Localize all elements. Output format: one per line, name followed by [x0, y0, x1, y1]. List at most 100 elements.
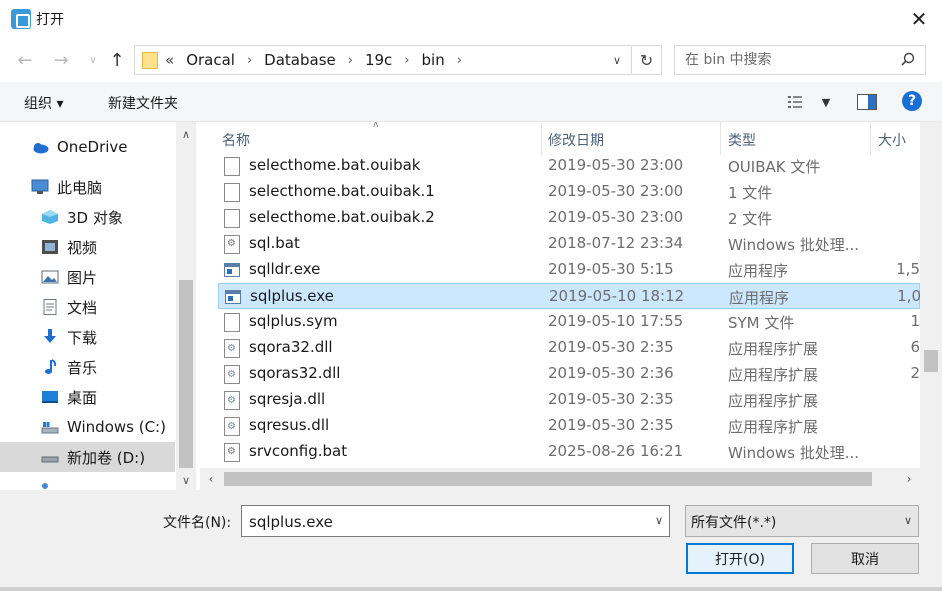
breadcrumb: « Oracal › Database › 19c › bin › [165, 46, 474, 74]
up-button[interactable]: ↑ [106, 49, 128, 71]
filename-combobox[interactable]: ∨ [241, 505, 670, 537]
sidebar-item-documents[interactable]: 文档 [0, 292, 175, 322]
forward-button[interactable]: → [50, 49, 72, 71]
view-dropdown-button[interactable]: ▼ [816, 93, 836, 111]
dll-file-icon [224, 417, 240, 436]
scroll-up-icon[interactable]: ∧ [176, 124, 196, 144]
chevron-right-icon[interactable]: › [404, 53, 409, 68]
sidebar-item-music[interactable]: 音乐 [0, 352, 175, 382]
scrollbar-thumb[interactable] [224, 472, 872, 486]
organize-button[interactable]: 组织 ▾ [24, 93, 63, 113]
breadcrumb-item[interactable]: Oracal [186, 51, 235, 69]
new-folder-button[interactable]: 新建文件夹 [108, 93, 178, 113]
recent-locations-button[interactable]: ∨ [82, 49, 104, 71]
sidebar-item-drive-c[interactable]: Windows (C:) [0, 412, 175, 442]
file-name: selecthome.bat.ouibak.1 [249, 182, 435, 200]
file-row[interactable]: selecthome.bat.ouibak.2 2019-05-30 23:00… [218, 205, 920, 231]
file-row[interactable]: sqresja.dll 2019-05-30 2:35 应用程序扩展 [218, 387, 920, 413]
view-options-button[interactable] [788, 93, 808, 111]
refresh-button[interactable]: ↻ [631, 46, 661, 74]
dll-file-icon [224, 339, 240, 358]
file-date: 2019-05-30 2:35 [548, 416, 674, 434]
chevron-right-icon[interactable]: › [457, 53, 462, 68]
breadcrumb-item[interactable]: bin [422, 51, 445, 69]
scrollbar-thumb[interactable] [179, 280, 193, 468]
file-row[interactable]: sqlplus.sym 2019-05-10 17:55 SYM 文件 1 [218, 309, 920, 335]
sidebar-item-3d-objects[interactable]: 3D 对象 [0, 202, 175, 232]
breadcrumb-item[interactable]: Database [264, 51, 336, 69]
sidebar-item-pictures[interactable]: 图片 [0, 262, 175, 292]
file-row[interactable]: sqresus.dll 2019-05-30 2:35 应用程序扩展 [218, 413, 920, 439]
sort-ascending-icon: ∧ [372, 122, 380, 130]
file-type: Windows 批处理... [728, 236, 860, 254]
file-name: sqresja.dll [249, 390, 326, 408]
filename-label: 文件名(N): [163, 515, 232, 531]
file-icon [224, 209, 240, 228]
file-name: selecthome.bat.ouibak.2 [249, 208, 435, 226]
scroll-down-icon[interactable]: ∨ [176, 470, 196, 490]
close-button[interactable]: ✕ [896, 0, 942, 38]
sidebar-item-label: 音乐 [67, 358, 98, 377]
file-row-selected[interactable]: sqlplus.exe 2019-05-10 18:12 应用程序 1,0 [218, 283, 921, 309]
scroll-left-icon[interactable]: ‹ [200, 468, 222, 490]
list-header: ∧ 名称 修改日期 类型 大小 [200, 122, 942, 155]
back-button[interactable]: ← [14, 49, 36, 71]
sidebar-item-drive-d[interactable]: 新加卷 (D:) [0, 442, 175, 472]
file-type: OUIBAK 文件 [728, 158, 821, 176]
column-header-type[interactable]: 类型 [728, 130, 756, 150]
sidebar-scrollbar[interactable]: ∧ ∨ [176, 122, 196, 490]
sidebar-item-desktop[interactable]: 桌面 [0, 382, 175, 412]
column-header-size[interactable]: 大小 [878, 130, 906, 150]
file-row[interactable]: selecthome.bat.ouibak 2019-05-30 23:00 O… [218, 153, 920, 179]
file-type-filter[interactable]: 所有文件(*.*) ∨ [685, 505, 919, 537]
sidebar-item-onedrive[interactable]: OneDrive [0, 132, 175, 162]
file-list-vertical-scrollbar[interactable] [920, 122, 942, 468]
column-header-name[interactable]: 名称 [222, 130, 250, 150]
chevron-right-icon[interactable]: › [348, 53, 353, 68]
help-icon[interactable]: ? [902, 91, 922, 111]
column-header-date[interactable]: 修改日期 [548, 130, 604, 150]
sidebar-item-network[interactable] [0, 474, 175, 490]
file-row[interactable]: srvconfig.bat 2025-08-26 16:21 Windows 批… [218, 439, 920, 465]
file-row[interactable]: sqlldr.exe 2019-05-30 5:15 应用程序 1,5 [218, 257, 920, 283]
search-icon[interactable] [901, 52, 915, 66]
sidebar-item-label: 下载 [67, 328, 98, 347]
preview-pane-button[interactable] [857, 93, 877, 111]
file-list-horizontal-scrollbar[interactable]: ‹ › [200, 468, 920, 490]
column-divider[interactable] [541, 122, 542, 155]
cancel-button[interactable]: 取消 [811, 543, 919, 574]
breadcrumb-item[interactable]: 19c [365, 51, 392, 69]
search-input[interactable] [685, 50, 885, 70]
filename-input[interactable] [249, 512, 639, 532]
scroll-right-icon[interactable]: › [898, 468, 920, 490]
address-dropdown[interactable]: ∨ [609, 51, 625, 69]
desktop-icon [42, 391, 58, 403]
file-list: ∧ 名称 修改日期 类型 大小 selecthome.bat.ouibak 20… [200, 122, 942, 490]
open-button[interactable]: 打开(O) [686, 543, 794, 574]
sidebar-item-videos[interactable]: 视频 [0, 232, 175, 262]
command-bar: 组织 ▾ 新建文件夹 ▼ [0, 82, 942, 122]
column-divider[interactable] [720, 122, 721, 155]
scrollbar-thumb[interactable] [924, 350, 938, 372]
sidebar-item-label: 此电脑 [57, 178, 103, 197]
chevron-down-icon[interactable]: ∨ [655, 514, 663, 527]
scrollbar-corner [920, 468, 942, 490]
file-row[interactable]: sqora32.dll 2019-05-30 2:35 应用程序扩展 6 [218, 335, 920, 361]
address-bar[interactable]: « Oracal › Database › 19c › bin › ∨ ↻ [134, 45, 662, 75]
file-row[interactable]: selecthome.bat.ouibak.1 2019-05-30 23:00… [218, 179, 920, 205]
file-name: sqlplus.sym [249, 312, 338, 330]
close-icon: ✕ [910, 7, 928, 31]
file-row[interactable]: sql.bat 2018-07-12 23:34 Windows 批处理... [218, 231, 920, 257]
column-divider[interactable] [870, 122, 871, 155]
app-icon [11, 9, 31, 29]
sidebar-item-downloads[interactable]: 下载 [0, 322, 175, 352]
sidebar-item-this-pc[interactable]: 此电脑 [0, 172, 175, 202]
file-name: sql.bat [249, 234, 300, 252]
drive-c-icon [41, 422, 59, 434]
batch-file-icon [224, 235, 240, 254]
breadcrumb-overflow[interactable]: « [165, 51, 174, 69]
file-date: 2019-05-30 2:35 [548, 338, 674, 356]
chevron-right-icon[interactable]: › [247, 53, 252, 68]
file-row[interactable]: sqoras32.dll 2019-05-30 2:36 应用程序扩展 2 [218, 361, 920, 387]
file-size: 2 [910, 364, 920, 382]
